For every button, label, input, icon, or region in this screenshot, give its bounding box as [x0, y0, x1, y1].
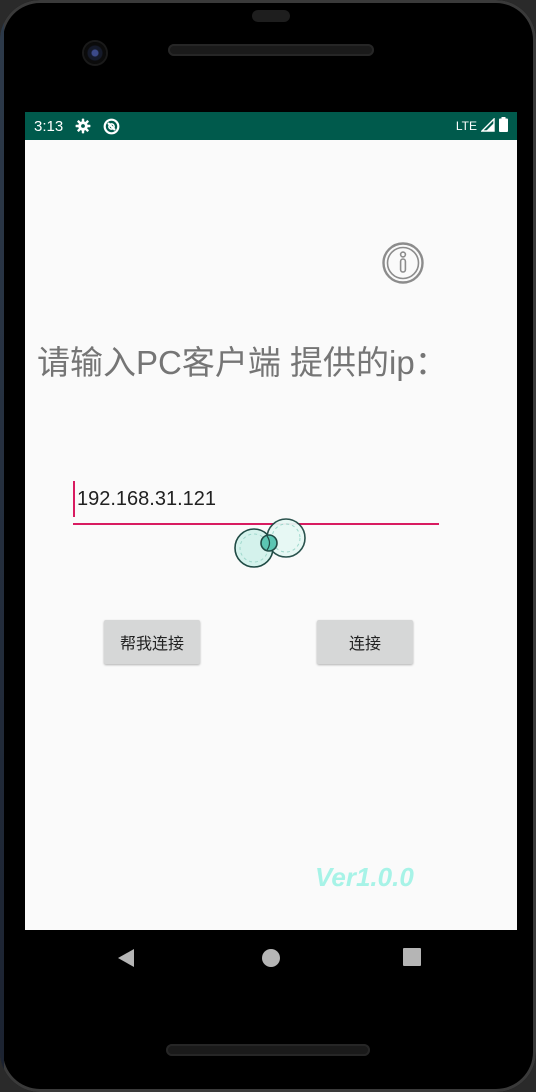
- front-camera: [84, 42, 106, 64]
- status-right-group: LTE: [456, 112, 508, 140]
- status-time: 3:13: [34, 117, 64, 135]
- device-edge: [0, 0, 4, 1092]
- phone-frame: 3:13 LTE 请输入PC客户端 提供的ip： 192.168.31.121 …: [0, 0, 536, 1092]
- top-notch: [252, 10, 290, 22]
- gear-icon: [75, 118, 91, 134]
- bubbles-logo-icon: [229, 518, 311, 578]
- ip-prompt-label: 请输入PC客户端 提供的ip：: [37, 344, 448, 381]
- app-screen: 3:13 LTE 请输入PC客户端 提供的ip： 192.168.31.121 …: [25, 112, 517, 930]
- network-label: LTE: [455, 119, 477, 133]
- info-button[interactable]: [381, 241, 425, 289]
- help-connect-button[interactable]: 帮我连接: [104, 620, 200, 664]
- info-icon: [381, 241, 425, 289]
- ip-input[interactable]: [73, 481, 437, 517]
- status-bar: 3:13 LTE: [25, 112, 517, 140]
- battery-icon: [499, 117, 508, 135]
- home-icon[interactable]: [261, 948, 281, 972]
- bottom-speaker: [166, 1044, 370, 1056]
- connect-button[interactable]: 连接: [317, 620, 413, 664]
- navigation-bar: [25, 930, 517, 986]
- signal-icon: [480, 116, 495, 135]
- back-icon[interactable]: [117, 948, 135, 972]
- sync-icon: [103, 118, 120, 135]
- version-label: Ver1.0.0: [315, 862, 414, 892]
- top-speaker: [168, 44, 374, 56]
- recents-icon[interactable]: [403, 948, 421, 970]
